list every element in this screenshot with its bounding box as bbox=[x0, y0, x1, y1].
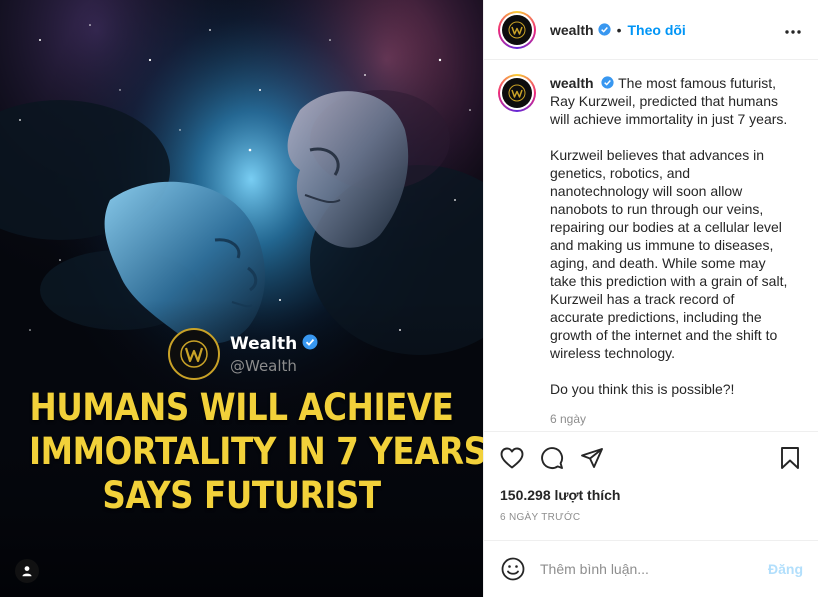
heart-icon[interactable] bbox=[500, 446, 524, 470]
action-bar bbox=[484, 432, 818, 484]
verified-badge-icon bbox=[597, 23, 611, 36]
user-tag-icon[interactable] bbox=[15, 559, 39, 583]
verified-badge-icon bbox=[302, 334, 318, 355]
brand-watermark: Wealth @Wealth bbox=[168, 328, 318, 380]
verified-badge-icon bbox=[601, 76, 615, 89]
header-username[interactable]: wealth bbox=[550, 22, 594, 38]
caption: wealth The most famous futurist, Ray Kur… bbox=[550, 74, 790, 431]
caption-text: Do you think this is possible?! bbox=[550, 381, 735, 397]
headline-line: SAYS FUTURIST bbox=[102, 474, 381, 517]
separator-dot: • bbox=[616, 21, 622, 38]
likes-count[interactable]: 150.298 lượt thích bbox=[484, 484, 818, 506]
post-media[interactable]: Wealth @Wealth HUMANS WILL ACHIEVE IMMOR… bbox=[0, 0, 483, 597]
caption-username[interactable]: wealth bbox=[550, 75, 594, 91]
follow-button[interactable]: Theo dõi bbox=[627, 22, 685, 38]
brand-name: Wealth bbox=[230, 334, 298, 354]
post-comment-button[interactable]: Đăng bbox=[768, 561, 803, 577]
avatar[interactable] bbox=[498, 74, 536, 112]
headline-line: HUMANS WILL ACHIEVE bbox=[29, 386, 454, 429]
avatar[interactable] bbox=[498, 10, 536, 49]
comment-box: Đăng bbox=[484, 540, 818, 597]
send-icon[interactable] bbox=[580, 446, 604, 470]
bookmark-icon[interactable] bbox=[778, 446, 802, 470]
post-date[interactable]: 6 NGÀY TRƯỚC bbox=[484, 510, 818, 526]
caption-timestamp[interactable]: 6 ngày bbox=[550, 410, 790, 428]
headline-line: IMMORTALITY IN 7 YEARS, bbox=[28, 430, 483, 473]
comment-input[interactable] bbox=[540, 561, 768, 577]
emoji-icon[interactable] bbox=[500, 556, 526, 582]
post-details-panel: wealth • Theo dõi wealth The most famous… bbox=[483, 0, 818, 597]
comment-icon[interactable] bbox=[540, 446, 564, 470]
headline: HUMANS WILL ACHIEVE IMMORTALITY IN 7 YEA… bbox=[28, 386, 483, 518]
caption-text: Kurzweil believes that advances in genet… bbox=[550, 147, 788, 361]
more-horizontal-icon[interactable] bbox=[784, 22, 802, 40]
brand-handle: @Wealth bbox=[230, 356, 297, 375]
post-header: wealth • Theo dõi bbox=[484, 0, 818, 60]
wealth-logo bbox=[168, 328, 220, 380]
comments-area[interactable]: wealth The most famous futurist, Ray Kur… bbox=[484, 60, 818, 432]
